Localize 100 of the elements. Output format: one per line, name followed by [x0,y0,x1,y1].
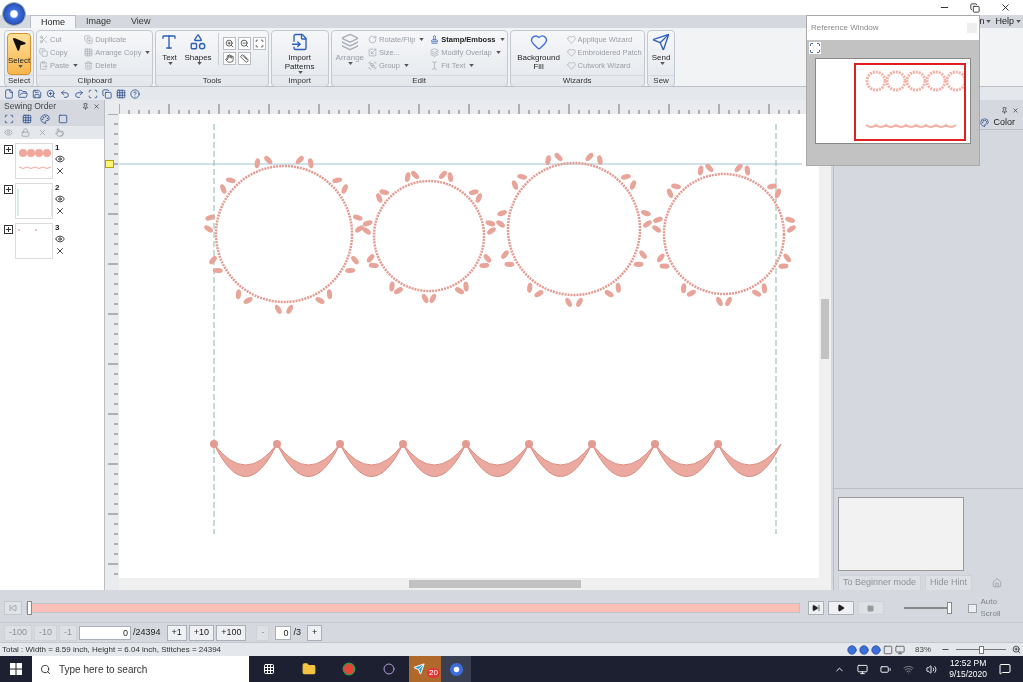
clock-date[interactable]: 9/15/2020 [949,669,987,680]
clock-time[interactable]: 12:52 PM [949,658,987,669]
caret-icon [167,62,173,65]
menu-item[interactable]: Help [995,14,1014,28]
pages-icon[interactable] [102,88,112,99]
ribbon-tab[interactable]: Image [76,15,122,28]
ruler-icon[interactable] [237,52,251,65]
expand-icon[interactable] [4,145,13,154]
windows-logo-icon[interactable] [10,663,22,675]
battery-icon[interactable] [880,663,892,675]
task-view-icon[interactable] [263,663,275,675]
thumbnail-drawing [15,183,53,219]
layout-icon[interactable] [116,88,126,99]
expand-icon[interactable] [4,225,13,234]
app-icon[interactable] [383,663,395,675]
display-icon[interactable] [857,663,869,675]
eye-icon[interactable] [55,194,65,204]
caret-icon [298,71,304,74]
restore-icon[interactable] [970,2,980,13]
paste-icon [39,61,48,70]
stitch-icon[interactable] [55,166,65,176]
ribbon-button[interactable]: Import Patterns [273,33,326,75]
stitch-icon[interactable] [55,206,65,216]
notification-badge: 20 [427,668,440,678]
help-icon[interactable] [130,88,140,99]
step-button[interactable]: +100 [216,624,247,641]
grid-view-icon[interactable] [883,644,893,655]
zoom-in-icon[interactable] [222,37,236,50]
play-button[interactable] [828,601,854,615]
zoom-in-icon[interactable] [1012,645,1021,654]
ribbon-button[interactable]: Background Fill [512,33,565,75]
stitch-progress-track[interactable] [25,603,801,613]
close-icon[interactable] [1000,2,1011,13]
group-title: Clipboard [37,75,153,86]
search-icon [40,663,51,675]
palette-icon [980,118,990,127]
zoom-percent: 83% [915,643,931,656]
duplicate-icon [84,35,94,44]
skip-forward-button[interactable] [808,601,825,615]
ribbon-tab[interactable]: View [121,15,161,28]
caret-icon [419,38,425,41]
checkbox-label: Auto Scroll [980,596,1002,620]
redo-icon[interactable] [74,88,84,99]
ribbon-tab[interactable]: Home [30,15,76,28]
order-number: 3 [55,223,60,232]
expand-icon[interactable] [4,185,13,194]
fit-icon[interactable] [252,37,266,50]
volume-icon[interactable] [926,663,938,675]
view-mode-icon[interactable] [871,644,881,655]
taskbar-search-field[interactable]: Type here to search [32,656,249,682]
group-title: Edit [331,75,507,86]
preview-icon[interactable] [895,644,905,655]
zoom-out-icon[interactable] [237,37,251,50]
progress-slider-thumb[interactable] [26,601,32,615]
color-tab[interactable]: Color [976,116,1019,129]
ribbon-button[interactable]: Shapes [182,33,214,75]
caret-icon [17,65,23,68]
frame-icon[interactable] [88,88,98,99]
tree-icon[interactable] [22,114,32,124]
file-icon[interactable] [4,88,14,99]
square-icon[interactable] [58,114,68,124]
wifi-icon[interactable] [903,663,915,675]
letter-icon [160,33,179,51]
save-icon[interactable] [32,88,42,99]
eye-icon[interactable] [55,234,65,244]
frame-step-button[interactable]: + [306,624,323,641]
ribbon-button[interactable]: Send [649,33,673,75]
frame-input[interactable]: 0 [275,625,292,640]
zoom-slider[interactable] [956,644,1006,655]
pin-icon[interactable] [1001,106,1008,114]
zoom-icon[interactable] [46,88,56,99]
speed-slider[interactable] [903,601,952,615]
caret-icon [73,64,79,67]
caret-icon [145,51,151,54]
speed-slider-thumb[interactable] [946,602,952,614]
menu-item[interactable]: n [979,14,985,28]
app-logo-icon [449,662,463,676]
browser-icon[interactable] [342,662,356,676]
notifications-icon[interactable] [999,663,1011,675]
pin-icon[interactable] [82,102,89,110]
stitch-icon[interactable] [55,246,65,256]
fit-icon[interactable] [809,42,821,54]
view-mode-icon[interactable] [859,644,869,655]
stitch-input[interactable]: 0 [79,625,132,640]
group-title: Tools [156,75,268,86]
frame-icon[interactable] [4,114,14,124]
eye-icon[interactable] [55,154,65,164]
horizontal-scrollbar[interactable] [119,578,831,590]
hand-icon[interactable] [222,52,236,65]
view-mode-icon[interactable] [847,644,857,655]
app-logo-icon[interactable] [2,2,26,26]
step-button[interactable]: +1 [166,624,187,641]
undo-icon[interactable] [60,88,70,99]
taskbar-app[interactable] [441,656,471,682]
ribbon-button[interactable]: Text [158,33,181,75]
select-tool-button[interactable]: Select [7,33,31,75]
color-swatch-icon[interactable] [40,114,50,124]
zoom-slider-thumb[interactable] [978,645,984,654]
step-button[interactable]: +10 [188,624,215,641]
taskbar-app[interactable]: 20 [409,656,441,682]
